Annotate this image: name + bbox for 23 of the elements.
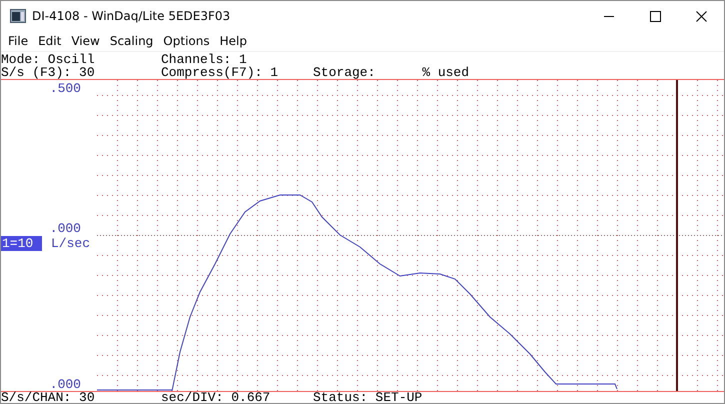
maximize-icon (650, 10, 660, 22)
menu-item[interactable]: Options (156, 34, 213, 48)
channel-badge: 1=10 (1, 236, 42, 251)
unit-label: L/sec (51, 236, 90, 251)
status-text: Status: SET-UP (313, 392, 424, 404)
info-text: Compress(F7): 1 (161, 66, 280, 79)
info-text: Storage: % used (313, 66, 470, 79)
app-icon (10, 9, 26, 23)
menu-item[interactable]: Scaling (102, 34, 156, 48)
info-text: S/s (F3): 30 (1, 66, 96, 79)
axis-label: .000 (50, 377, 81, 392)
menu-item[interactable]: Edit (31, 34, 64, 48)
window-title: DI-4108 - WinDaq/Lite 5EDE3F03 (32, 9, 232, 23)
menu-item[interactable]: View (64, 34, 103, 48)
status-text: S/s/CHAN: 30 (1, 392, 96, 404)
info-text: Channels: 1 (161, 53, 247, 66)
axis-label: .500 (50, 81, 81, 96)
menu-item[interactable]: Help (212, 34, 250, 48)
status-text: sec/DIV: 0.667 (161, 392, 272, 404)
info-text: Mode: Oscill (1, 53, 96, 66)
close-icon (696, 10, 706, 22)
axis-label: .000 (50, 221, 81, 236)
menu-item[interactable]: File (1, 34, 32, 48)
